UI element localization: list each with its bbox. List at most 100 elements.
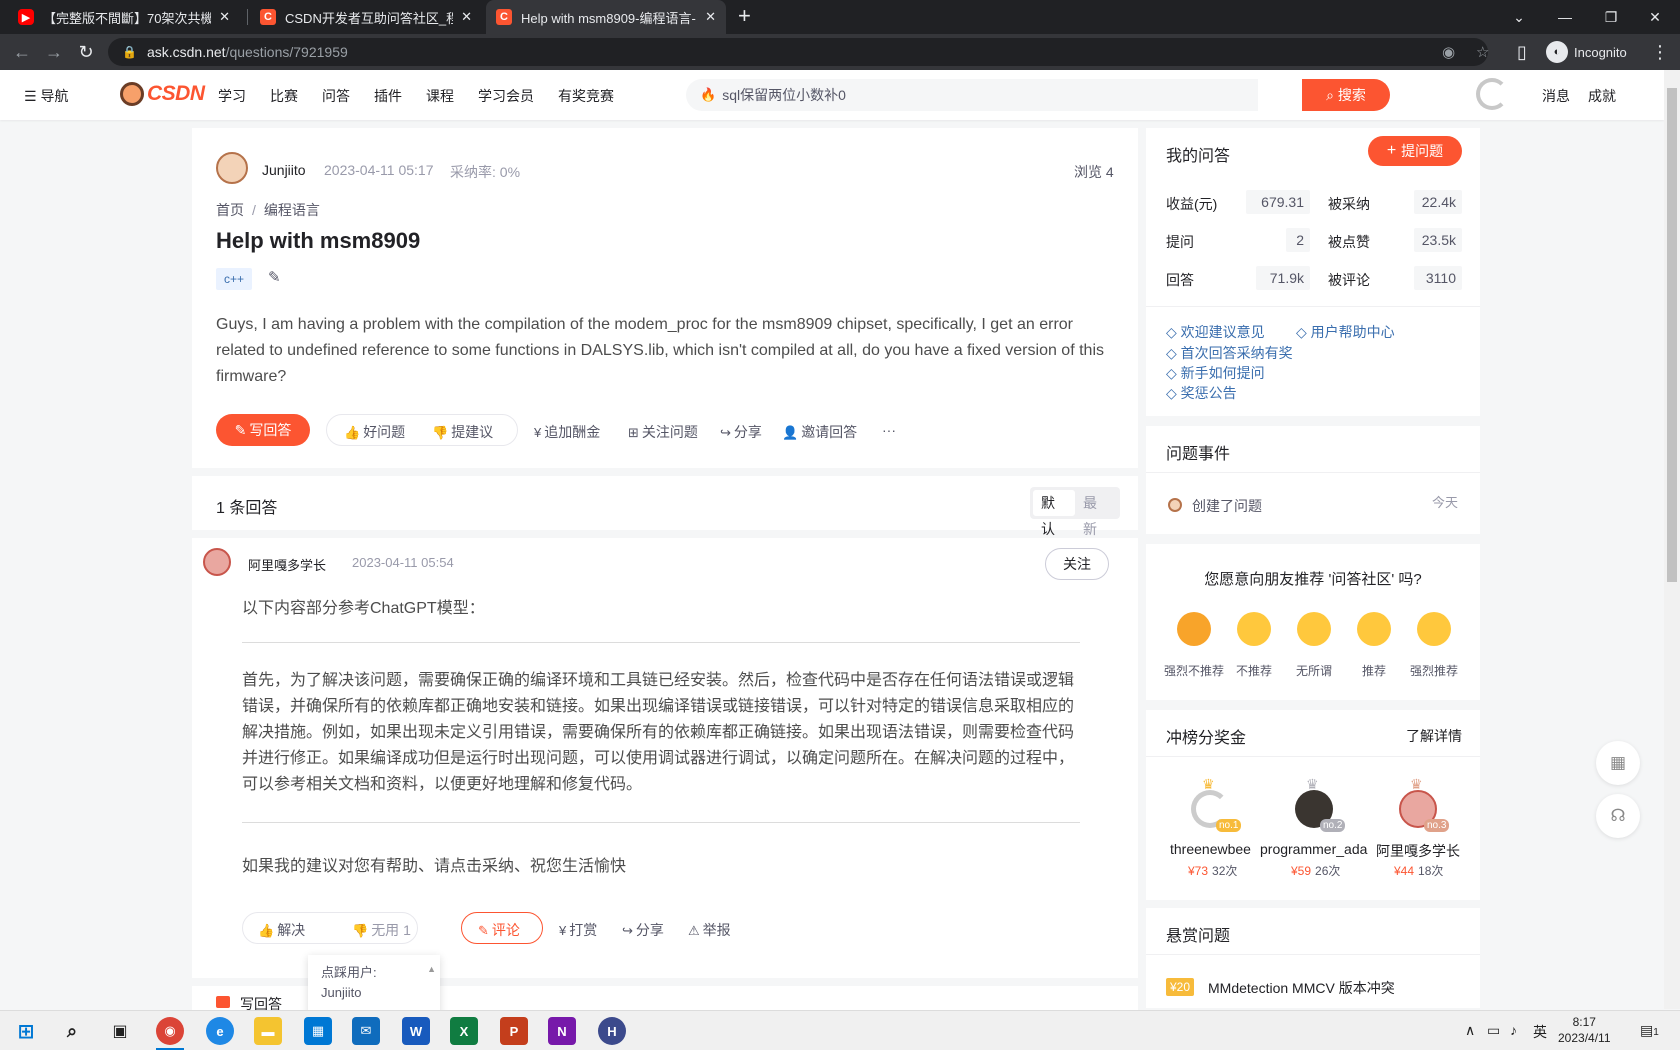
tag-cpp[interactable]: c++ (216, 268, 253, 290)
avatar (1168, 498, 1182, 512)
eye-off-icon[interactable]: ◉ (1442, 43, 1455, 61)
browser-tab-3[interactable]: C Help with msm8909-编程语言- ✕ (486, 0, 726, 34)
solve-button[interactable]: 👍 解决 (258, 920, 305, 940)
comment-label-wrap[interactable]: ✎ 评论 (478, 920, 520, 940)
suggest-button[interactable]: 👎 提建议 (432, 422, 493, 442)
menu-kebab-icon[interactable]: ⋮ (1648, 40, 1672, 64)
volume-icon[interactable]: ♪ (1510, 1022, 1517, 1038)
nav-item-study[interactable]: 学习 (218, 86, 246, 106)
nav-item-qa[interactable]: 问答 (322, 86, 350, 106)
breadcrumb-home[interactable]: 首页 (216, 202, 244, 218)
forward-button[interactable]: → (42, 40, 66, 64)
minimize-button[interactable]: — (1540, 0, 1590, 34)
messages-link[interactable]: 消息 (1542, 86, 1570, 106)
chrome-icon[interactable]: ◉ (156, 1017, 184, 1045)
share-button[interactable]: ↪ 分享 (720, 422, 762, 442)
breadcrumb-category[interactable]: 编程语言 (264, 202, 320, 218)
nav-item-plugin[interactable]: 插件 (374, 86, 402, 106)
address-bar[interactable]: 🔒 ask.csdn.net/questions/7921959 ◉ ☆ (108, 38, 1489, 66)
nav-item-prize-contest[interactable]: 有奖竞赛 (558, 86, 614, 106)
ask-question-button[interactable]: + 提问题 (1368, 136, 1462, 166)
ime-indicator[interactable]: 英 (1533, 1022, 1547, 1042)
invite-answer-button[interactable]: 👤 邀请回答 (782, 422, 857, 442)
powerpoint-icon[interactable]: P (500, 1017, 528, 1045)
tab-search-button[interactable]: ⌄ (1494, 0, 1544, 34)
reload-button[interactable]: ↻ (74, 40, 98, 64)
store-icon[interactable]: ▦ (304, 1017, 332, 1045)
write-answer-button[interactable]: ✎ 写回答 (216, 414, 310, 446)
restore-button[interactable]: ❐ (1586, 0, 1636, 34)
sort-latest[interactable]: 最新 (1075, 490, 1117, 537)
star-icon[interactable]: ☆ (1476, 43, 1489, 61)
frown-emoji-icon[interactable] (1237, 612, 1271, 646)
neutral-emoji-icon[interactable] (1297, 612, 1331, 646)
follow-button[interactable]: 关注 (1045, 548, 1109, 580)
edit-icon[interactable]: ✎ (268, 268, 281, 286)
search-input[interactable]: 🔥 sql保留两位小数补0 (686, 79, 1258, 111)
back-button[interactable]: ← (10, 40, 34, 64)
windows-start-icon[interactable]: ⊞ (12, 1017, 40, 1045)
chevron-up-icon[interactable]: ∧ (1465, 1022, 1475, 1039)
onenote-icon[interactable]: N (548, 1017, 576, 1045)
link-feedback[interactable]: ◇ 欢迎建议意见 (1166, 322, 1265, 342)
rank-name[interactable]: 阿里嘎多学长 (1376, 841, 1460, 861)
qr-code-icon[interactable]: ▦ (1596, 741, 1640, 785)
csdn-logo[interactable]: CSDN (120, 82, 205, 106)
system-clock[interactable]: 8:17 2023/4/11 (1558, 1014, 1611, 1046)
useless-button[interactable]: 👎 无用 1 (352, 920, 411, 940)
laugh-emoji-icon[interactable] (1417, 612, 1451, 646)
share-button[interactable]: ↪ 分享 (622, 920, 664, 940)
mail-icon[interactable]: ✉ (352, 1017, 380, 1045)
search-icon[interactable]: ⌕ (58, 1017, 86, 1045)
word-icon[interactable]: W (402, 1017, 430, 1045)
network-icon[interactable]: ▭ (1487, 1022, 1500, 1039)
nav-menu-button[interactable]: ☰ 导航 (24, 86, 68, 106)
nav-item-vip[interactable]: 学习会员 (478, 86, 534, 106)
link-how-to-ask[interactable]: ◇ 新手如何提问 (1166, 363, 1265, 383)
smile-emoji-icon[interactable] (1357, 612, 1391, 646)
tooltip-user[interactable]: Junjiito (321, 983, 427, 1003)
link-first-answer-reward[interactable]: ◇ 首次回答采纳有奖 (1166, 343, 1293, 363)
add-bounty-button[interactable]: ¥ 追加酬金 (534, 422, 600, 442)
sort-default[interactable]: 默认 (1033, 490, 1075, 537)
avatar[interactable] (203, 548, 231, 576)
rank-name[interactable]: threenewbee (1170, 841, 1251, 857)
scrollbar-thumb[interactable] (1667, 88, 1677, 582)
browser-tab-1[interactable]: ▶ 【完整版不間斷】70架次共機台 ✕ (8, 0, 240, 34)
reward-button[interactable]: ¥ 打赏 (559, 920, 597, 940)
sidebar-toggle-icon[interactable]: ▯ (1510, 40, 1534, 64)
task-view-icon[interactable]: ▣ (106, 1017, 134, 1045)
avatar[interactable] (216, 152, 248, 184)
excel-icon[interactable]: X (450, 1017, 478, 1045)
divider (242, 822, 1080, 823)
incognito-indicator[interactable]: ◐ Incognito (1546, 41, 1627, 63)
search-button[interactable]: ⌕ 搜索 (1302, 79, 1390, 111)
file-explorer-icon[interactable]: ▬ (254, 1017, 282, 1045)
close-window-button[interactable]: ✕ (1630, 0, 1680, 34)
nav-item-contest[interactable]: 比赛 (270, 86, 298, 106)
nav-item-course[interactable]: 课程 (426, 86, 454, 106)
question-author[interactable]: Junjiito (262, 162, 306, 178)
close-icon[interactable]: ✕ (461, 9, 472, 25)
edge-icon[interactable]: e (206, 1017, 234, 1045)
report-button[interactable]: ⚠ 举报 (688, 920, 731, 940)
more-icon[interactable]: ··· (882, 422, 896, 438)
close-icon[interactable]: ✕ (219, 9, 230, 25)
achievements-link[interactable]: 成就 (1588, 86, 1616, 106)
angry-emoji-icon[interactable] (1177, 612, 1211, 646)
close-icon[interactable]: ✕ (705, 9, 716, 25)
bonus-detail-link[interactable]: 了解详情 (1406, 726, 1462, 746)
answer-author[interactable]: 阿里嘎多学长 (248, 555, 326, 574)
link-announcement[interactable]: ◇ 奖惩公告 (1166, 383, 1237, 403)
browser-tab-2[interactable]: C CSDN开发者互助问答社区_程序 ✕ (250, 0, 482, 34)
rank-name[interactable]: programmer_ada (1260, 841, 1367, 857)
user-avatar[interactable] (1476, 78, 1508, 110)
link-help-center[interactable]: ◇ 用户帮助中心 (1296, 322, 1395, 342)
bounty-question-link[interactable]: MMdetection MMCV 版本冲突 (1208, 978, 1395, 998)
app-icon[interactable]: H (598, 1017, 626, 1045)
headset-icon[interactable]: ☊ (1596, 794, 1640, 838)
good-question-button[interactable]: 👍 好问题 (344, 422, 405, 442)
notification-icon[interactable]: ▤1 (1640, 1022, 1659, 1039)
new-tab-button[interactable]: + (738, 3, 751, 29)
follow-question-button[interactable]: ⊞ 关注问题 (628, 422, 698, 442)
